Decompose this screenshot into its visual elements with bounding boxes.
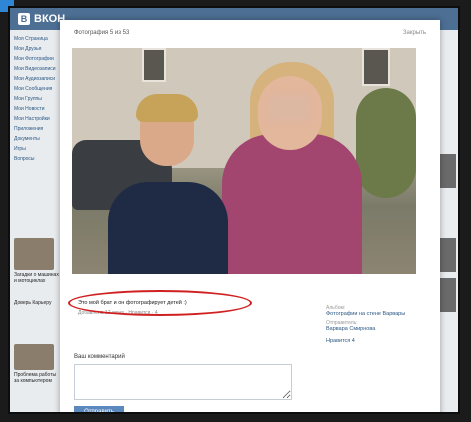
ad-caption: Загадки о машинах и мотоциклах	[14, 272, 59, 284]
left-ad-block[interactable]: Загадки о машинах и мотоциклах	[14, 238, 60, 284]
menu-item-games[interactable]: Игры	[14, 144, 60, 154]
send-comment-button[interactable]: Отправить	[74, 406, 124, 412]
menu-item-photos[interactable]: Мои Фотографии	[14, 54, 60, 64]
photo-side-info: Альбом: Фотографии на стене Варвары Отпр…	[326, 302, 426, 344]
photo-tree	[356, 88, 416, 198]
ad-thumbnail	[14, 344, 54, 370]
photo-image[interactable]	[72, 48, 416, 274]
photo-boy-jacket	[108, 182, 228, 274]
menu-item-questions[interactable]: Вопросы	[14, 154, 60, 164]
comment-label: Ваш комментарий	[74, 354, 125, 360]
logo-mark-icon: В	[18, 13, 30, 25]
uploader-link[interactable]: Варвара Смирнова	[326, 326, 426, 332]
ad-caption: Доверь Карьеру	[14, 300, 52, 306]
comment-input[interactable]	[74, 364, 292, 400]
close-button[interactable]: Закрыть	[403, 30, 426, 36]
menu-item-news[interactable]: Мои Новости	[14, 104, 60, 114]
menu-item-settings[interactable]: Мои Настройки	[14, 114, 60, 124]
photo-caption-area: Это мой брат и он фотографирует детей :)…	[68, 290, 312, 318]
menu-item-videos[interactable]: Мои Видеозаписи	[14, 64, 60, 74]
photo-viewer-modal: Фотография 5 из 53 Закрыть Это мой брат …	[60, 20, 440, 412]
photo-girl-coat	[222, 134, 362, 274]
menu-item-messages[interactable]: Мои Сообщения	[14, 84, 60, 94]
photo-window	[142, 48, 166, 82]
side-margin-text	[0, 370, 8, 422]
red-highlight-ellipse	[68, 290, 252, 316]
photo-boy-hair	[136, 94, 198, 122]
photo-counter: Фотография 5 из 53	[74, 30, 130, 36]
screenshot-frame: В ВКОН Моя Страница Мои Друзья Мои Фотог…	[8, 6, 460, 414]
left-ad-block[interactable]: Доверь Карьеру	[14, 298, 60, 306]
menu-item-audio[interactable]: Мои Аудиозаписи	[14, 74, 60, 84]
menu-item-groups[interactable]: Мои Группы	[14, 94, 60, 104]
ad-thumbnail	[14, 238, 54, 270]
menu-item-apps[interactable]: Приложения	[14, 124, 60, 134]
photo-blurred-eyes	[268, 94, 310, 122]
left-ad-block[interactable]: Проблема работы за компьютером	[14, 344, 60, 384]
album-link[interactable]: Фотографии на стене Варвары	[326, 311, 426, 317]
menu-item-documents[interactable]: Документы	[14, 134, 60, 144]
likes-link[interactable]: Нравится 4	[326, 338, 426, 344]
menu-item-my-page[interactable]: Моя Страница	[14, 34, 60, 44]
photo-window	[362, 48, 390, 86]
menu-item-friends[interactable]: Мои Друзья	[14, 44, 60, 54]
ad-caption: Проблема работы за компьютером	[14, 372, 57, 384]
modal-header: Фотография 5 из 53 Закрыть	[74, 30, 426, 42]
